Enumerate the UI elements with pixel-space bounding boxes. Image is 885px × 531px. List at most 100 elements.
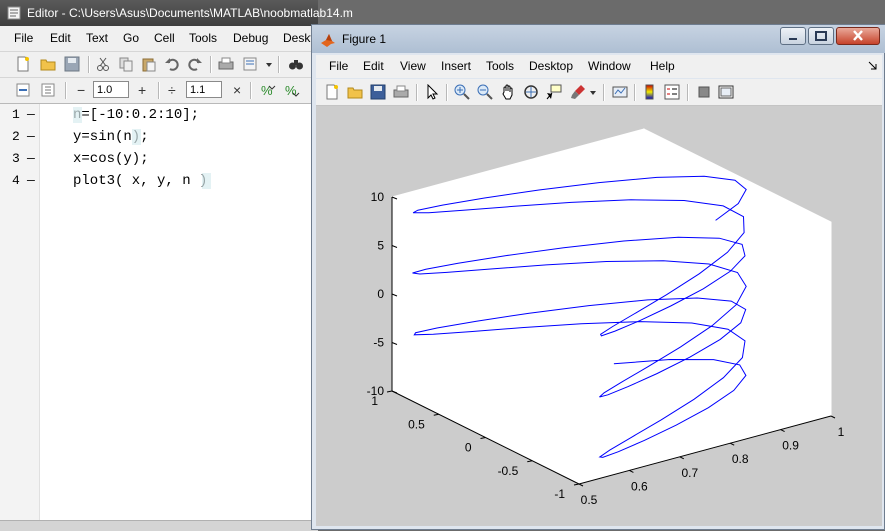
variable-highlight <box>132 129 141 145</box>
x-tick-label: 0.6 <box>631 479 648 493</box>
figure-window: Figure 1 File Edit View Insert Tools Des… <box>311 24 885 530</box>
close-button[interactable] <box>836 27 880 45</box>
x-tick-label: 0.8 <box>732 452 749 466</box>
show-cell-titles-icon[interactable]: % <box>260 82 276 98</box>
menu-cell[interactable]: Cell <box>154 26 175 51</box>
copy-icon[interactable] <box>118 56 134 72</box>
fig-menu-desktop[interactable]: Desktop <box>529 55 573 78</box>
paste-icon[interactable] <box>141 56 157 72</box>
y-tick-label: -0.5 <box>498 464 519 478</box>
fig-menu-help[interactable]: Help <box>650 55 675 78</box>
fig-menu-view[interactable]: View <box>400 55 426 78</box>
data-cursor-icon[interactable] <box>546 84 562 100</box>
save-icon[interactable] <box>370 84 386 100</box>
new-file-icon[interactable] <box>15 56 31 72</box>
menu-file[interactable]: File <box>14 26 33 51</box>
x-tick-label: 1 <box>838 425 845 439</box>
menu-go[interactable]: Go <box>123 26 139 51</box>
menu-edit[interactable]: Edit <box>50 26 71 51</box>
editor-title-bar[interactable]: Editor - C:\Users\Asus\Documents\MATLAB\… <box>0 0 353 26</box>
y-tick <box>480 437 486 439</box>
editor-title: Editor - C:\Users\Asus\Documents\MATLAB\… <box>27 6 353 20</box>
y-tick-label: 0 <box>465 441 472 455</box>
dock-arrow-icon[interactable] <box>868 61 878 71</box>
menu-tools[interactable]: Tools <box>189 26 217 51</box>
x-tick <box>679 456 685 460</box>
fig-menu-tools[interactable]: Tools <box>486 55 514 78</box>
fig-menu-edit[interactable]: Edit <box>363 55 384 78</box>
svg-text:%: % <box>261 83 273 98</box>
matlab-logo-icon <box>321 34 335 47</box>
z-tick-label: 10 <box>371 190 385 204</box>
brush-icon[interactable] <box>570 84 586 100</box>
evaluate-cell-icon[interactable] <box>40 82 56 98</box>
variable-highlight <box>202 173 211 189</box>
undo-icon[interactable] <box>164 56 180 72</box>
x-tick-label: 0.9 <box>782 439 799 453</box>
redo-icon[interactable] <box>187 56 203 72</box>
hide-plot-tools-icon[interactable] <box>696 84 712 100</box>
x-tick-label: 0.7 <box>681 466 698 480</box>
cell-step-field[interactable]: 1.0 <box>93 81 129 98</box>
code-line[interactable]: n=[-10:0.2:10]; <box>73 104 199 126</box>
pointer-icon[interactable] <box>424 84 440 100</box>
cell-mode-icon[interactable]: % <box>284 82 300 98</box>
minimize-button[interactable] <box>780 27 806 45</box>
code-line[interactable]: plot3( x, y, n ) <box>73 170 207 192</box>
link-plot-icon[interactable] <box>612 84 628 100</box>
chevron-down-icon[interactable] <box>588 84 598 100</box>
maximize-icon <box>815 31 827 41</box>
matlab-editor-icon <box>7 6 21 20</box>
editor-menu-bar: File Edit Text Go Cell Tools Debug Deskt <box>0 26 318 52</box>
menu-text[interactable]: Text <box>86 26 108 51</box>
code-line[interactable]: x=cos(y); <box>73 148 149 170</box>
print-icon[interactable] <box>393 84 409 100</box>
cut-icon[interactable] <box>95 56 111 72</box>
x-tick <box>830 415 836 419</box>
divide-icon[interactable]: ÷ <box>168 80 176 100</box>
x-tick-label: 0.5 <box>581 493 598 507</box>
open-file-icon[interactable] <box>40 56 56 72</box>
fig-menu-file[interactable]: File <box>329 55 348 78</box>
z-tick-label: -10 <box>367 384 385 398</box>
increment-icon[interactable]: + <box>138 80 146 100</box>
zoom-out-icon[interactable] <box>477 84 493 100</box>
x-tick <box>780 429 785 433</box>
plot-area[interactable]: 0.5 0.6 0.7 0.8 0.9 1 -1 -0.5 0 0.5 1 -10 -5 0 5 10 <box>316 106 882 526</box>
y-tick <box>527 460 533 463</box>
x-tick <box>578 483 584 487</box>
multiply-icon[interactable]: × <box>233 80 241 100</box>
y-tick <box>433 413 439 416</box>
z-tick-label: -5 <box>373 336 384 350</box>
publish-icon[interactable] <box>242 56 258 72</box>
figure-title-bar[interactable]: Figure 1 <box>312 25 885 53</box>
editor-toolbar <box>0 52 318 78</box>
menu-debug[interactable]: Debug <box>233 26 268 51</box>
axes-3d[interactable]: 0.50.60.70.80.91-1-0.500.51-10-50510 <box>316 106 882 526</box>
code-editor[interactable]: 1— n=[-10:0.2:10]; 2— y=sin(n); 3— x=cos… <box>0 104 318 524</box>
legend-icon[interactable] <box>664 84 680 100</box>
open-file-icon[interactable] <box>347 84 363 100</box>
cell-divide-field[interactable]: 1.1 <box>186 81 222 98</box>
y-tick <box>573 483 580 486</box>
rotate-3d-icon[interactable] <box>523 84 539 100</box>
find-binoculars-icon[interactable] <box>288 56 304 72</box>
pan-icon[interactable] <box>500 84 516 100</box>
fig-menu-window[interactable]: Window <box>588 55 631 78</box>
fig-menu-insert[interactable]: Insert <box>441 55 471 78</box>
zoom-in-icon[interactable] <box>454 84 470 100</box>
minimize-icon <box>789 38 797 40</box>
show-plot-tools-icon[interactable] <box>718 84 734 100</box>
new-figure-icon[interactable] <box>324 84 340 100</box>
editor-status-bar <box>0 520 318 531</box>
menu-desktop[interactable]: Deskt <box>283 26 314 51</box>
maximize-button[interactable] <box>808 27 834 45</box>
colorbar-icon[interactable] <box>642 84 658 100</box>
decrement-icon[interactable]: − <box>77 80 85 100</box>
z-tick-label: 5 <box>377 239 384 253</box>
print-icon[interactable] <box>218 56 234 72</box>
chevron-down-icon[interactable] <box>264 56 274 72</box>
save-icon[interactable] <box>64 56 80 72</box>
insert-cell-break-icon[interactable] <box>15 82 31 98</box>
y-tick-label: -1 <box>554 487 565 501</box>
